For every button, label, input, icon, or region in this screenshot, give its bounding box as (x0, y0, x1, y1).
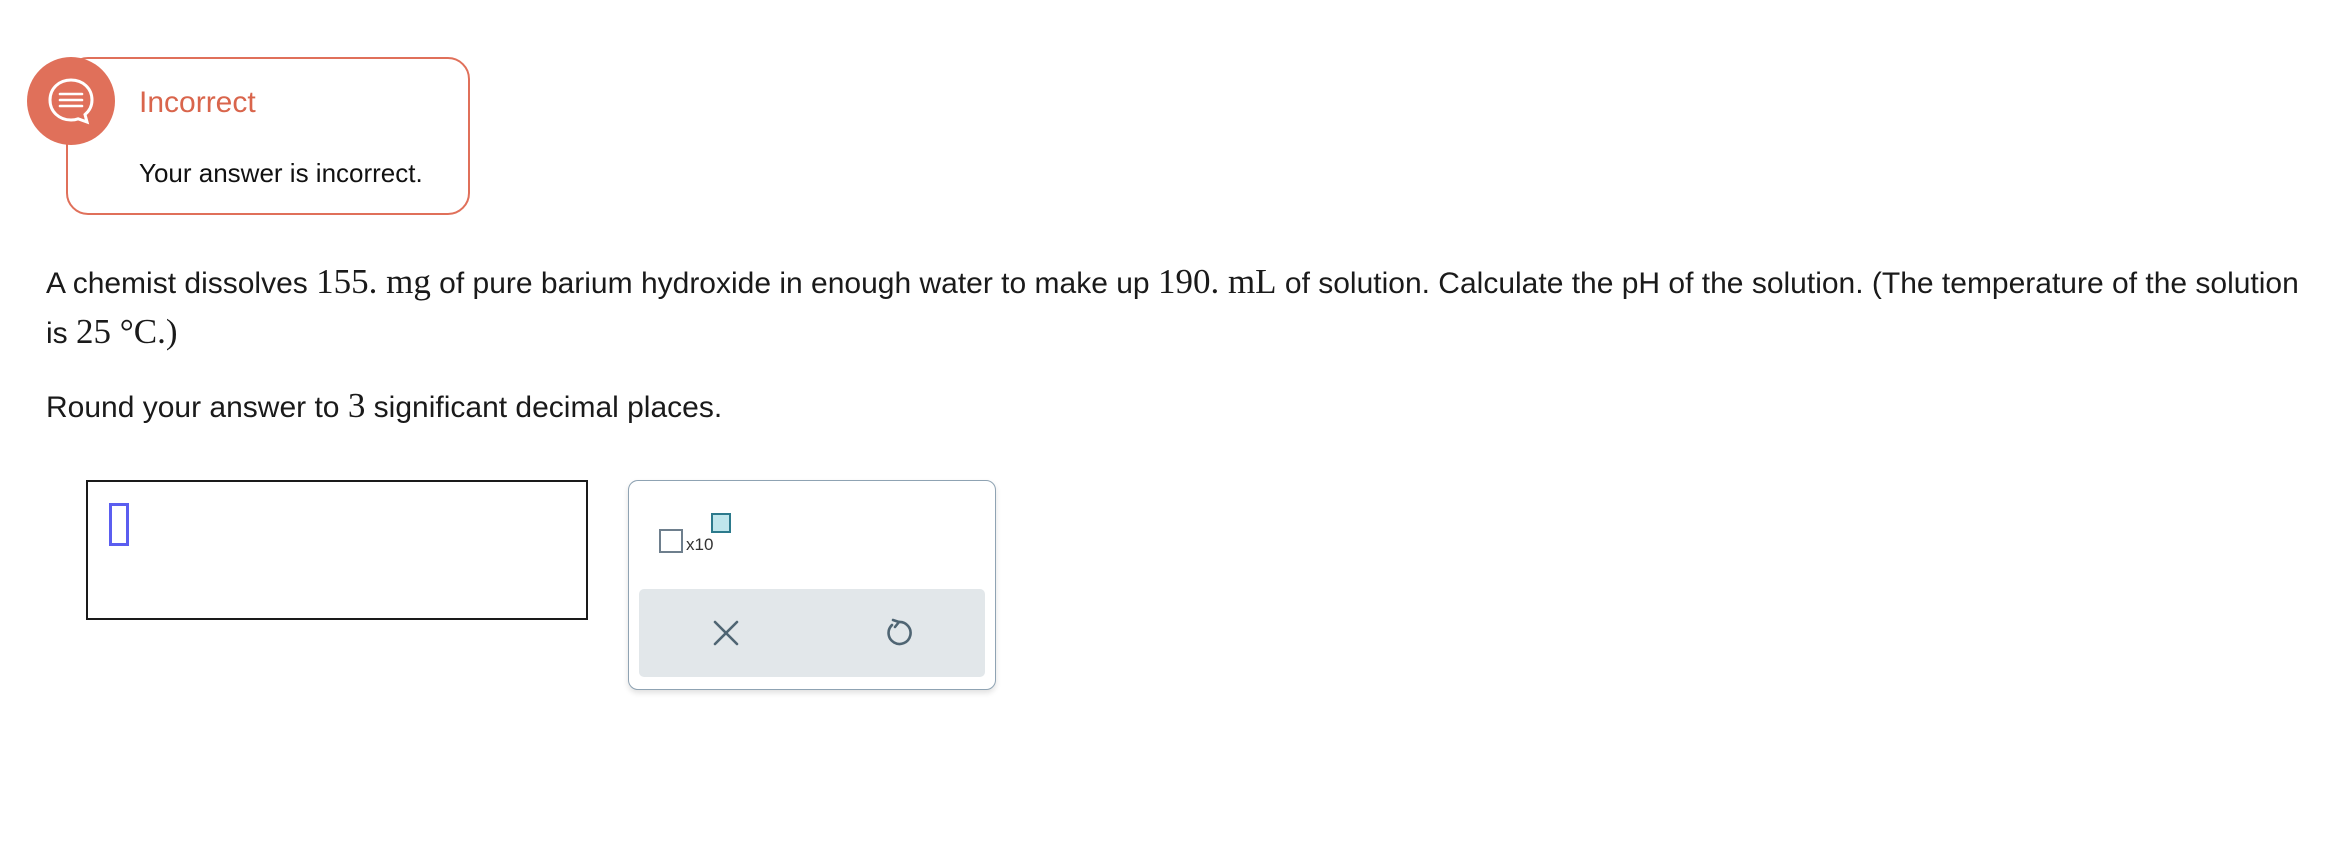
question-page: Incorrect Your answer is incorrect. A ch… (0, 0, 2330, 854)
undo-button[interactable] (812, 589, 985, 677)
volume-unit: mL (1219, 262, 1277, 301)
x10-base-box-icon (659, 529, 683, 553)
answer-input[interactable] (86, 480, 588, 620)
decimal-places-value: 3 (347, 386, 366, 425)
tool-actions-bar (639, 589, 985, 677)
close-icon (713, 620, 738, 646)
question-text-part: of pure barium hydroxide in enough water… (430, 267, 1158, 300)
feedback-badge (27, 57, 115, 145)
feedback-title: Incorrect (139, 86, 256, 119)
temperature-value: 25 °C (76, 312, 158, 351)
x10-label: x10 (686, 535, 714, 554)
instruction-part: significant decimal places. (365, 391, 723, 424)
input-cursor (109, 503, 129, 546)
mass-unit: mg (377, 262, 431, 301)
feedback-card (66, 57, 470, 215)
math-tool-panel: x10 (628, 480, 996, 690)
instruction-part: Round your answer to (46, 391, 348, 424)
clear-button[interactable] (639, 589, 812, 677)
scientific-notation-button[interactable]: x10 (659, 511, 739, 561)
volume-value: 190. (1157, 262, 1220, 301)
question-text-part: .) (157, 312, 178, 351)
x10-exponent-box-icon (711, 513, 731, 533)
chat-bubble-icon (48, 78, 94, 125)
question-text: A chemist dissolves 155. mg of pure bari… (46, 258, 2306, 358)
rounding-instruction: Round your answer to 3 significant decim… (46, 382, 722, 432)
feedback-message: Your answer is incorrect. (139, 158, 423, 188)
question-text-part: A chemist dissolves (46, 267, 317, 300)
mass-value: 155. (316, 262, 378, 301)
undo-icon (886, 618, 912, 646)
